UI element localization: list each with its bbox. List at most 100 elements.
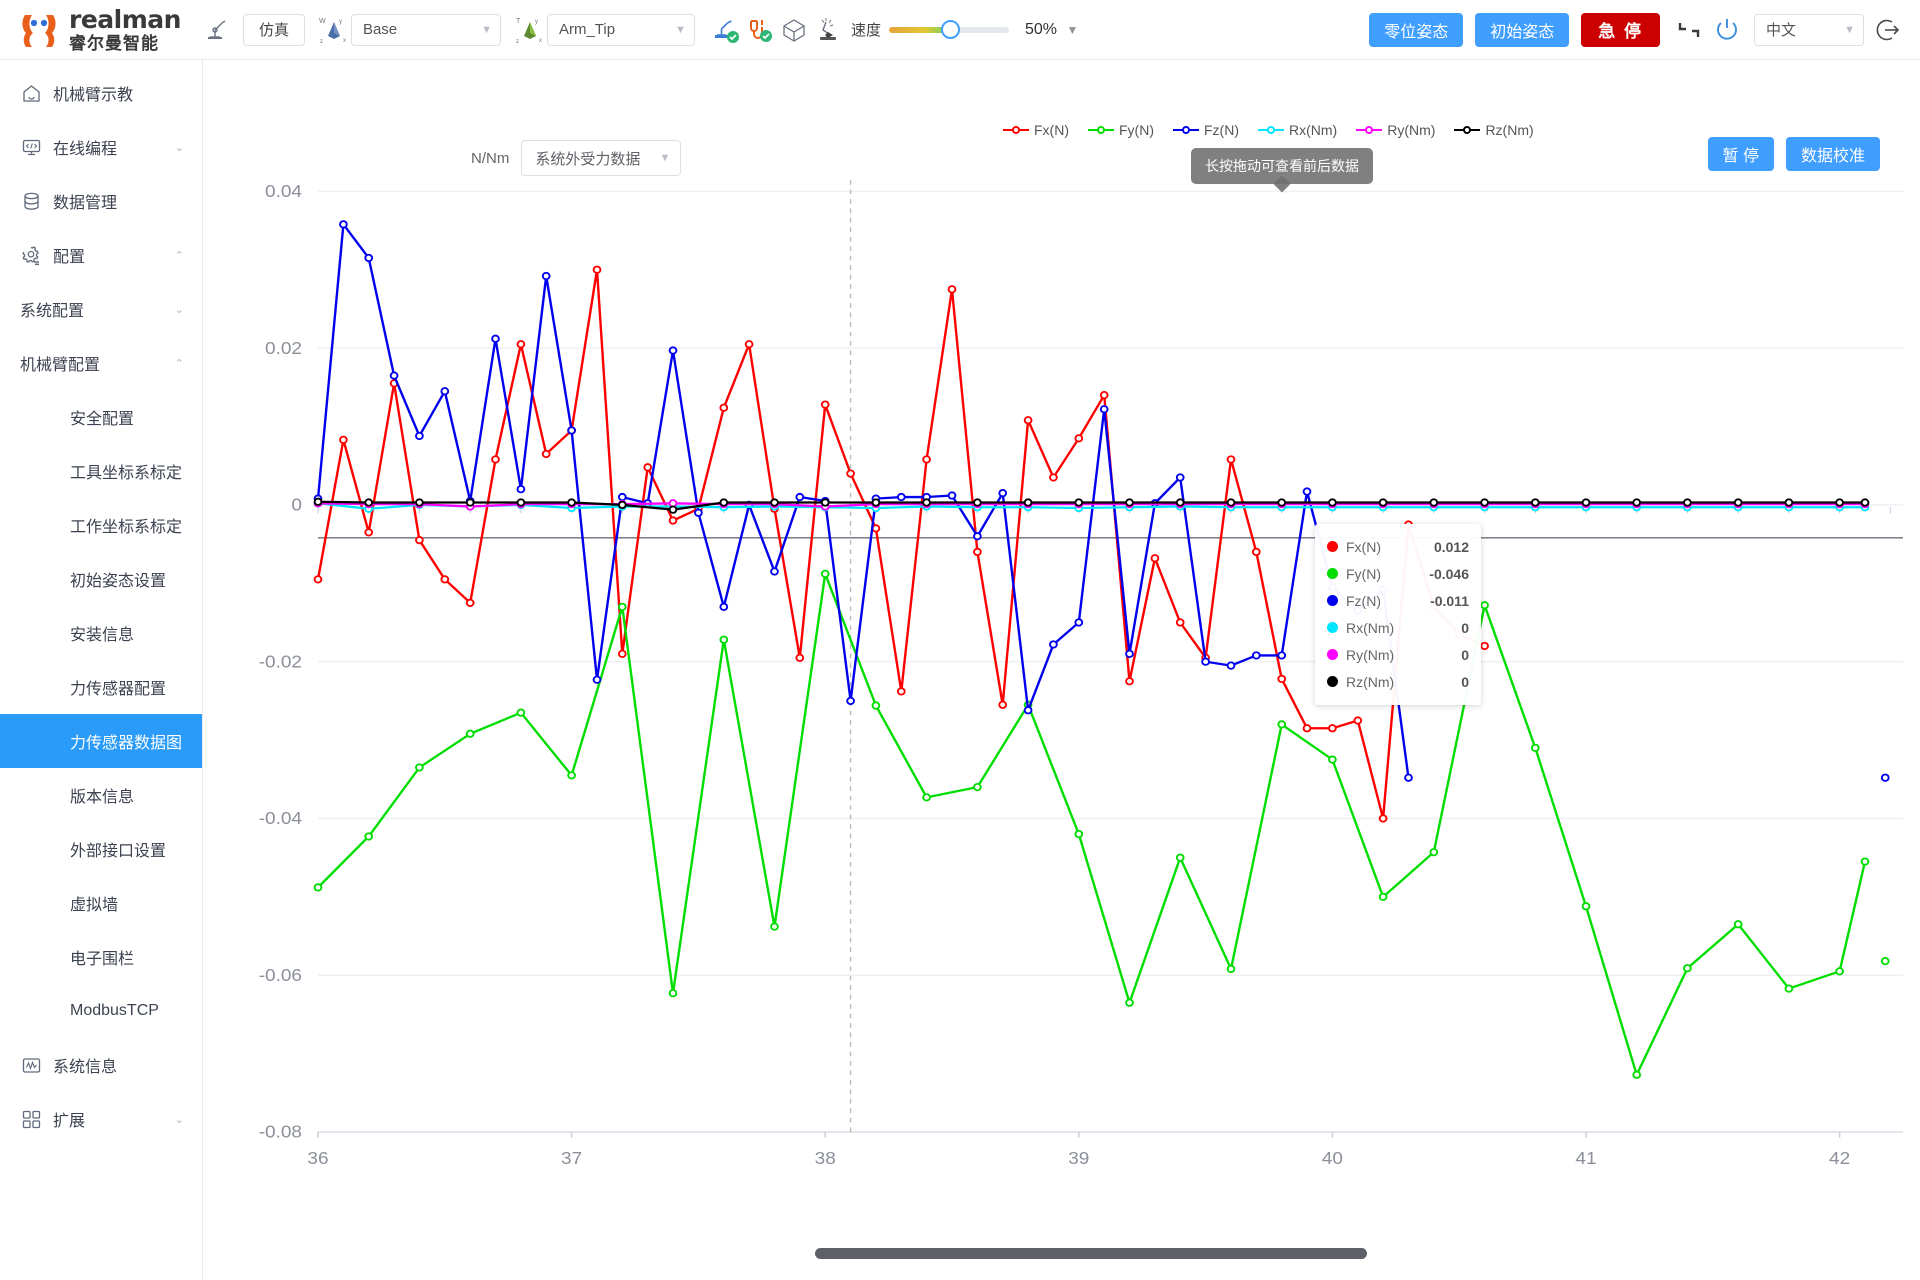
legend-item-fxn[interactable]: Fx(N): [1003, 122, 1069, 138]
legend-label: Fx(N): [1034, 122, 1069, 138]
legend-item-rynm[interactable]: Ry(Nm): [1356, 122, 1435, 138]
horizontal-scrollbar-track[interactable]: [203, 1242, 1920, 1264]
sidebar-item-extension[interactable]: 扩展 ⌄: [0, 1092, 202, 1146]
legend-marker-icon: [1088, 124, 1114, 136]
sidebar-item-safety-config[interactable]: 安全配置: [0, 390, 202, 444]
zero-pose-button[interactable]: 零位姿态: [1369, 12, 1464, 47]
tooltip-row: Rx(Nm) 0: [1327, 614, 1469, 641]
legend-label: Ry(Nm): [1387, 122, 1436, 138]
calibrate-button[interactable]: 数据校准: [1785, 137, 1880, 171]
sidebar-item-install-info[interactable]: 安装信息: [0, 606, 202, 660]
legend-marker-icon: [1258, 124, 1284, 136]
y-axis-tick-label: -0.04: [259, 808, 302, 828]
x-axis-tick-label: 36: [307, 1148, 328, 1168]
series-color-dot: [1327, 541, 1338, 552]
tooltip-series-name: Fx(N): [1346, 538, 1381, 555]
sidebar-item-version-info[interactable]: 版本信息: [0, 768, 202, 822]
robot-arm-teach-icon[interactable]: [201, 13, 235, 47]
sidebar-item-virtual-wall[interactable]: 虚拟墙: [0, 876, 202, 930]
sidebar-item-electronic-fence[interactable]: 电子围栏: [0, 930, 202, 984]
code-monitor-icon: [20, 136, 42, 158]
sidebar-item-label: 配置: [53, 249, 86, 266]
sidebar-item-label: 系统配置: [20, 303, 85, 320]
sidebar-item-configuration[interactable]: 配置 ⌃: [0, 228, 202, 282]
svg-text:z: z: [320, 39, 323, 45]
series-color-dot: [1327, 595, 1338, 606]
robot-connected-icon[interactable]: [709, 13, 743, 47]
speed-label: 速度: [850, 22, 881, 39]
pause-button[interactable]: 暂 停: [1707, 137, 1774, 171]
collision-icon[interactable]: [811, 13, 845, 47]
chart-controls: N/Nm 系统外受力数据 ▼: [471, 140, 682, 176]
sidebar-item-arm-config[interactable]: 机械臂配置 ⌃: [0, 336, 202, 390]
speed-slider[interactable]: [888, 19, 1009, 39]
horizontal-scrollbar-thumb[interactable]: [814, 1247, 1367, 1259]
chevron-up-icon: ⌃: [174, 357, 184, 370]
svg-text:y: y: [339, 19, 342, 25]
home-icon: [20, 82, 42, 104]
y-axis-tick-label: 0.04: [265, 181, 302, 201]
language-select[interactable]: 中文 ▼: [1754, 13, 1864, 46]
tooltip-series-value: 0: [1461, 673, 1469, 690]
speed-value[interactable]: 50% ▼: [1025, 21, 1078, 39]
svg-text:z: z: [516, 39, 519, 45]
emergency-stop-button[interactable]: 急 停: [1581, 12, 1660, 47]
force-sensor-chart[interactable]: 0.04 0.02 0 -0.02 -0.04 -0.06 -0.08 36 37 38 39 40 4…: [203, 180, 1920, 1222]
sidebar-item-force-sensor-chart[interactable]: 力传感器数据图: [0, 714, 202, 768]
tooltip-row: Rz(Nm) 0: [1327, 668, 1469, 695]
series-fxn: [313, 265, 1489, 823]
legend-label: Rx(Nm): [1289, 122, 1338, 138]
sidebar-item-modbustcp[interactable]: ModbusTCP: [0, 984, 202, 1038]
chevron-down-icon: ▼: [1066, 22, 1079, 37]
cable-connected-icon[interactable]: [743, 13, 777, 47]
world-frame-select[interactable]: Base ▼: [350, 13, 501, 46]
chevron-down-icon: ▼: [1844, 23, 1855, 36]
sidebar-item-system-info[interactable]: 系统信息: [0, 1038, 202, 1092]
legend-marker-icon: [1454, 124, 1481, 136]
sidebar-item-label: 扩展: [53, 1113, 86, 1130]
init-pose-button[interactable]: 初始姿态: [1475, 12, 1570, 47]
sidebar-item-teach[interactable]: 机械臂示教: [0, 66, 202, 120]
sidebar-item-external-interface[interactable]: 外部接口设置: [0, 822, 202, 876]
tool-frame-select[interactable]: Arm_Tip ▼: [546, 13, 695, 46]
cube-icon[interactable]: [777, 13, 811, 47]
tooltip-series-value: 0.012: [1433, 538, 1469, 555]
chevron-down-icon: ⌄: [174, 303, 184, 316]
tool-frame-icon: T y z x: [513, 13, 547, 47]
logout-icon[interactable]: [1872, 13, 1906, 47]
chevron-down-icon: ⌄: [174, 141, 184, 154]
sidebar-item-data-management[interactable]: 数据管理: [0, 174, 202, 228]
sidebar-item-label: 数据管理: [53, 195, 118, 212]
drag-teach-icon[interactable]: [1672, 13, 1706, 47]
legend-item-fzn[interactable]: Fz(N): [1173, 122, 1239, 138]
speed-slider-knob[interactable]: [940, 19, 960, 39]
sidebar-item-init-pose-setting[interactable]: 初始姿态设置: [0, 552, 202, 606]
simulation-button[interactable]: 仿真: [242, 13, 305, 46]
tooltip-series-name: Rz(Nm): [1346, 673, 1395, 690]
sidebar-item-force-sensor-config[interactable]: 力传感器配置: [0, 660, 202, 714]
series-color-dot: [1327, 649, 1338, 660]
sidebar-item-tool-frame-calib[interactable]: 工具坐标系标定: [0, 444, 202, 498]
gear-icon: [20, 244, 42, 266]
grid-icon: [20, 1108, 42, 1130]
y-axis-tick-label: 0: [291, 494, 302, 514]
app-header: realman 睿尔曼智能 仿真 W y z x Base ▼ T y z x …: [0, 0, 1920, 60]
power-icon[interactable]: [1710, 13, 1744, 47]
sidebar[interactable]: 机械臂示教 在线编程 ⌄ 数据管理 配置 ⌃ 系统配置 ⌄ 机械臂配置 ⌃ 安全…: [0, 60, 203, 1280]
sidebar-item-system-config[interactable]: 系统配置 ⌄: [0, 282, 202, 336]
chevron-down-icon: ▼: [481, 23, 492, 36]
legend-item-rznm[interactable]: Rz(Nm): [1454, 122, 1534, 138]
database-icon: [20, 190, 42, 212]
chart-legend[interactable]: Fx(N) Fy(N) Fz(N) Rx(Nm) Ry(Nm) Rz(Nm): [1003, 122, 1534, 138]
tooltip-series-value: 0: [1461, 619, 1469, 636]
legend-item-rxnm[interactable]: Rx(Nm): [1258, 122, 1337, 138]
legend-item-fyn[interactable]: Fy(N): [1088, 122, 1154, 138]
svg-text:W: W: [319, 18, 326, 25]
chevron-up-icon: ⌃: [174, 249, 184, 262]
sidebar-item-online-programming[interactable]: 在线编程 ⌄: [0, 120, 202, 174]
legend-label: Fy(N): [1119, 122, 1154, 138]
tooltip-series-name: Ry(Nm): [1346, 646, 1395, 663]
data-source-select[interactable]: 系统外受力数据 ▼: [521, 140, 682, 176]
sidebar-item-work-frame-calib[interactable]: 工作坐标系标定: [0, 498, 202, 552]
sidebar-item-label: 系统信息: [53, 1059, 118, 1076]
